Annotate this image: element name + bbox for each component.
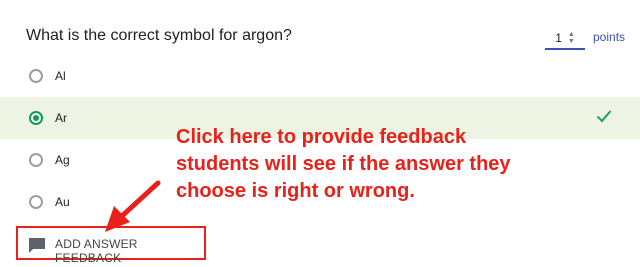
option-label: Al — [55, 69, 66, 83]
feedback-button-label: ADD ANSWER FEEDBACK — [55, 237, 138, 265]
annotation-text: Click here to provide feedback students … — [176, 126, 511, 202]
points-value: 1 — [555, 31, 562, 45]
points-control: 1 ▲ ▼ points — [545, 28, 625, 50]
option-row[interactable]: Al — [0, 55, 640, 97]
radio-button[interactable] — [29, 195, 43, 209]
points-spinner-icon[interactable]: ▲ ▼ — [568, 31, 575, 45]
option-label: Au — [55, 195, 70, 209]
points-label: points — [593, 30, 626, 44]
radio-button[interactable] — [29, 153, 43, 167]
radio-button[interactable] — [29, 69, 43, 83]
add-answer-feedback-button[interactable]: ADD ANSWER FEEDBACK — [16, 226, 206, 265]
radio-button-selected[interactable] — [29, 111, 43, 125]
option-label: Ar — [55, 111, 67, 125]
comment-icon — [29, 238, 45, 253]
question-title: What is the correct symbol for argon? — [26, 27, 292, 44]
option-label: Ag — [55, 153, 70, 167]
checkmark-icon — [596, 110, 612, 123]
points-input[interactable]: 1 ▲ ▼ — [545, 28, 585, 50]
